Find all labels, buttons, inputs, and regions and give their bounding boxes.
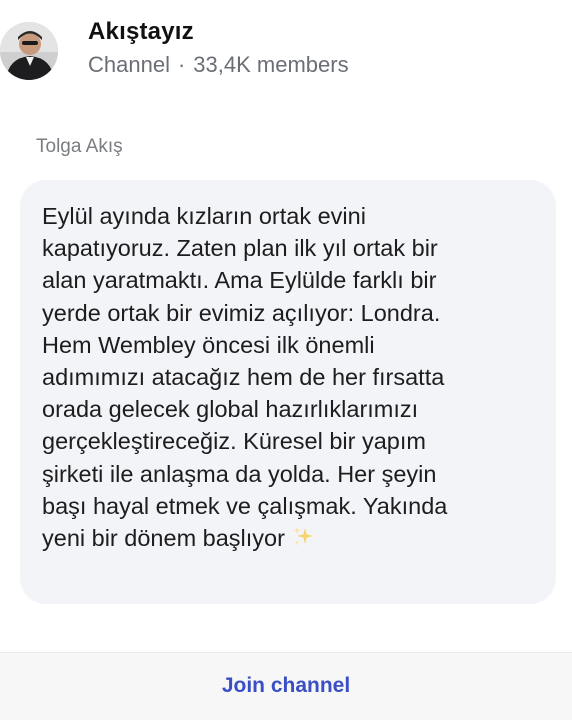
message-bubble[interactable]: Eylül ayında kızların ortak evini kapatı…: [20, 180, 556, 604]
message-line: şirketi ile anlaşma da yolda. Her şeyin: [42, 460, 437, 487]
sender-name: Tolga Akış: [36, 136, 123, 157]
message-line: Eylül ayında kızların ortak evini: [42, 203, 366, 229]
channel-header[interactable]: Akıştayız Channel · 33,4K members: [0, 0, 572, 96]
channel-screen: Akıştayız Channel · 33,4K members Tolga Ak…: [0, 0, 572, 720]
message-line: başı hayal etmek ve çalışmak. Yakında: [42, 492, 448, 519]
join-channel-button[interactable]: Join channel: [0, 653, 572, 720]
message-line: kapatıyoruz. Zaten plan ilk yıl ortak bi…: [42, 235, 438, 262]
meta-separator: ·: [177, 52, 186, 77]
message-line: orada gelecek global hazırlıklarımızı: [42, 396, 419, 423]
message-line: alan yaratmaktı. Ama Eylülde farklı bir: [42, 267, 437, 294]
channel-avatar[interactable]: [0, 22, 58, 80]
message-line: Hem Wembley öncesi ilk önemli: [42, 331, 375, 358]
channel-name[interactable]: Akıştayız: [88, 18, 194, 46]
channel-footer: Join channel: [0, 652, 572, 720]
message-line: gerçekleştireceğiz. Küresel bir yapım: [42, 428, 426, 455]
message-line: yerde ortak bir evimiz açılıyor: Londra.: [42, 299, 441, 326]
member-count: 33,4K members: [193, 52, 349, 77]
channel-meta: Channel · 33,4K members: [88, 52, 349, 78]
message-line-last: yeni bir dönem başlıyor: [42, 522, 542, 554]
channel-type: Channel: [88, 52, 170, 77]
message-line-text: yeni bir dönem başlıyor: [42, 525, 285, 552]
sparkles-icon: [291, 525, 315, 549]
profile-photo-icon: [0, 22, 58, 80]
message-feed: Tolga Akış Eylül ayında kızların ortak e…: [0, 96, 572, 652]
message-text: Eylül ayında kızların ortak evini kapatı…: [42, 200, 542, 554]
message-line: adımımızı atacağız hem de her fırsatta: [42, 364, 445, 391]
